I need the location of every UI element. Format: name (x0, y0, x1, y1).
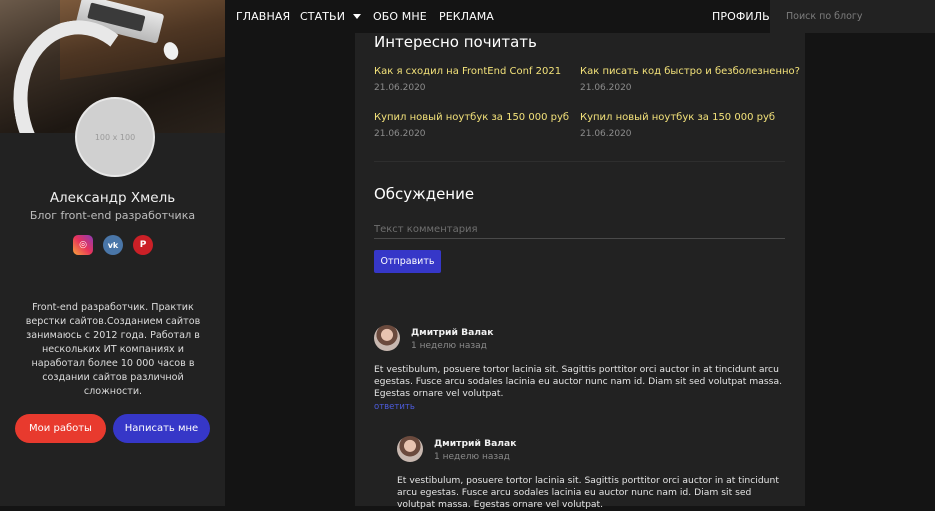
nav-home[interactable]: ГЛАВНАЯ (236, 0, 290, 33)
main-content: Интересно почитать Как я сходил на Front… (355, 33, 805, 510)
author-bio: Front-end разработчик. Практик верстки с… (25, 302, 201, 397)
pinterest-glyph: P (139, 240, 147, 250)
commenter-avatar (397, 436, 423, 462)
my-works-button[interactable]: Мои работы (15, 414, 106, 443)
author-subtitle: Блог front-end разработчика (29, 209, 196, 222)
top-navigation: ГЛАВНАЯ СТАТЬИ ОБО МНЕ РЕКЛАМА ПРОФИЛЬ (225, 0, 935, 33)
post-date: 21.06.2020 (374, 129, 426, 139)
send-button[interactable]: Отправить (374, 250, 441, 273)
instagram-glyph: ◎ (79, 240, 87, 250)
post-date: 21.06.2020 (580, 83, 632, 93)
reading-heading: Интересно почитать (374, 33, 537, 51)
vk-glyph: vk (107, 240, 119, 250)
nav-articles[interactable]: СТАТЬИ (300, 0, 362, 33)
discussion-heading: Обсуждение (374, 185, 475, 203)
avatar-placeholder-text: 100 x 100 (94, 132, 136, 142)
pinterest-icon[interactable]: P (133, 235, 153, 255)
nav-profile[interactable]: ПРОФИЛЬ (712, 0, 770, 33)
search-input[interactable] (770, 0, 935, 33)
author-name: Александр Хмель (49, 190, 176, 206)
comment-time: 1 неделю назад (434, 452, 510, 462)
commenter-avatar (374, 325, 400, 351)
vk-icon[interactable]: vk (103, 235, 123, 255)
comment-text: Et vestibulum, posuere tortor lacinia si… (374, 364, 783, 399)
comment-author: Дмитрий Валак (434, 438, 517, 449)
reply-link[interactable]: ответить (374, 402, 415, 412)
chevron-down-icon (353, 14, 362, 19)
comment-input[interactable] (374, 220, 785, 239)
instagram-icon[interactable]: ◎ (73, 235, 93, 255)
comment-author: Дмитрий Валак (411, 327, 494, 338)
social-links: ◎ vk P (73, 235, 153, 255)
post-date: 21.06.2020 (374, 83, 426, 93)
comment-time: 1 неделю назад (411, 341, 487, 351)
post-title[interactable]: Как писать код быстро и безболезненно? (580, 66, 800, 77)
nav-about[interactable]: ОБО МНЕ (373, 0, 427, 33)
nav-ads[interactable]: РЕКЛАМА (439, 0, 494, 33)
post-date: 21.06.2020 (580, 129, 632, 139)
post-title[interactable]: Купил новый ноутбук за 150 000 руб (374, 112, 569, 123)
write-me-button[interactable]: Написать мне (113, 414, 210, 443)
author-avatar: 100 x 100 (75, 97, 155, 177)
post-title[interactable]: Купил новый ноутбук за 150 000 руб (580, 112, 775, 123)
nav-articles-label: СТАТЬИ (300, 10, 346, 23)
divider (374, 161, 785, 162)
sidebar: 100 x 100 Александр Хмель Блог front-end… (0, 0, 225, 506)
post-title[interactable]: Как я сходил на FrontEnd Conf 2021 (374, 66, 561, 77)
